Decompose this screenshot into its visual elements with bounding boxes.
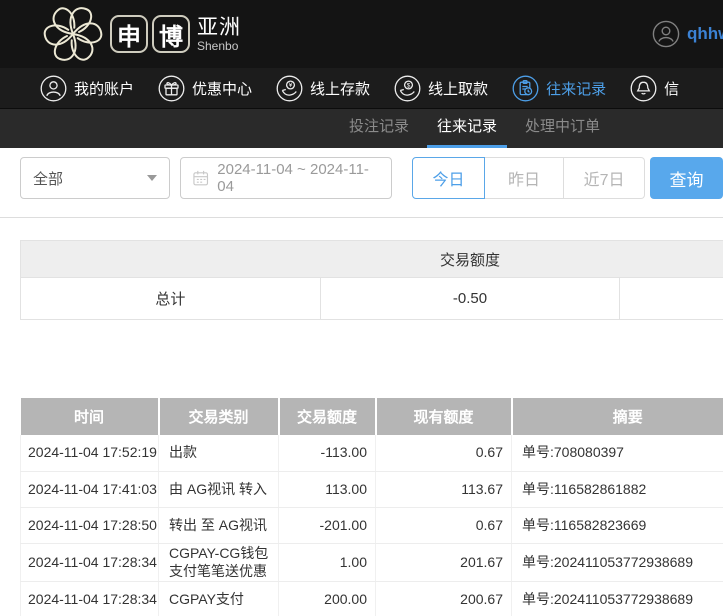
cell-type: 转出 至 AG视讯	[159, 507, 279, 543]
svg-text:¥: ¥	[289, 82, 293, 89]
nav-item-messages[interactable]: 信	[630, 75, 679, 102]
summary-header: 交易额度	[21, 241, 723, 278]
summary-empty-cell	[620, 278, 723, 320]
logo-char-shen: 申	[110, 15, 148, 53]
summary-total-value: -0.50	[320, 278, 620, 320]
main-nav: 我的账户 优惠中心 ¥ 线上存款	[0, 68, 723, 108]
last7days-button[interactable]: 近7日	[564, 157, 645, 199]
nav-label: 信	[664, 78, 679, 99]
cell-amount: -113.00	[279, 435, 376, 471]
table-row: 2024-11-04 17:52:19 出款 -113.00 0.67 单号:7…	[21, 435, 723, 471]
cell-balance: 200.67	[376, 582, 512, 616]
nav-label: 优惠中心	[192, 78, 252, 99]
tab-transaction-records[interactable]: 往来记录	[427, 109, 507, 148]
avatar-icon	[652, 20, 680, 48]
col-amount: 交易额度	[279, 398, 376, 435]
cell-type: CGPAY-CG钱包支付笔笔送优惠	[159, 543, 279, 582]
yesterday-button[interactable]: 昨日	[485, 157, 564, 199]
calendar-icon	[192, 169, 209, 187]
date-range-value: 2024-11-04 ~ 2024-11-04	[217, 161, 380, 195]
nav-item-promotions[interactable]: 优惠中心	[158, 75, 252, 102]
cell-time: 2024-11-04 17:28:34	[21, 582, 159, 616]
cell-time: 2024-11-04 17:52:19	[21, 435, 159, 471]
category-select-value: 全部	[33, 168, 63, 189]
bell-icon	[630, 75, 657, 102]
category-select[interactable]: 全部	[20, 157, 170, 199]
svg-text:$: $	[407, 82, 411, 89]
records-table: 时间 交易类别 交易额度 现有额度 摘要 2024-11-04 17:52:19…	[20, 398, 723, 616]
cell-balance: 113.67	[376, 471, 512, 507]
table-row: 2024-11-04 17:28:34 CGPAY-CG钱包支付笔笔送优惠 1.…	[21, 543, 723, 582]
logo-region-text: 亚洲	[197, 16, 241, 39]
nav-item-withdraw[interactable]: $ 线上取款	[394, 75, 488, 102]
gift-icon	[158, 75, 185, 102]
sub-nav: 投注记录 往来记录 处理中订单	[0, 108, 723, 148]
cell-memo: 单号:116582823669	[512, 507, 723, 543]
tab-bet-records[interactable]: 投注记录	[339, 109, 419, 148]
nav-item-my-account[interactable]: 我的账户	[40, 75, 134, 102]
tab-pending-orders[interactable]: 处理中订单	[515, 109, 610, 148]
today-button[interactable]: 今日	[412, 157, 485, 199]
table-row: 2024-11-04 17:41:03 由 AG视讯 转入 113.00 113…	[21, 471, 723, 507]
records-header-row: 时间 交易类别 交易额度 现有额度 摘要	[21, 398, 723, 435]
records-icon	[512, 75, 539, 102]
nav-label: 往来记录	[546, 78, 606, 99]
cell-amount: -201.00	[279, 507, 376, 543]
col-memo: 摘要	[512, 398, 723, 435]
cell-memo: 单号:202411053772938689	[512, 543, 723, 582]
cell-memo: 单号:708080397	[512, 435, 723, 471]
col-time: 时间	[21, 398, 159, 435]
table-row: 2024-11-04 17:28:34 CGPAY支付 200.00 200.6…	[21, 582, 723, 616]
summary-table: 交易额度 总计 -0.50	[20, 240, 723, 320]
username-text: qhhw	[687, 24, 723, 44]
cell-memo: 单号:202411053772938689	[512, 582, 723, 616]
nav-label: 线上取款	[428, 78, 488, 99]
user-account[interactable]: qhhw	[652, 0, 723, 68]
chevron-down-icon	[147, 175, 157, 181]
logo-char-bo: 博	[152, 15, 190, 53]
filter-bar: 全部 2024-11-04 ~ 2024-11-04 今日 昨日 近7日 查询	[0, 148, 723, 218]
cell-balance: 0.67	[376, 507, 512, 543]
cell-time: 2024-11-04 17:41:03	[21, 471, 159, 507]
quick-date-group: 今日 昨日 近7日	[412, 157, 645, 199]
cell-balance: 201.67	[376, 543, 512, 582]
nav-label: 我的账户	[74, 78, 134, 99]
app-header: 申 博 亚洲 Shenbo qhhw	[0, 0, 723, 68]
search-button[interactable]: 查询	[650, 157, 723, 199]
nav-item-deposit[interactable]: ¥ 线上存款	[276, 75, 370, 102]
flower-logo-icon	[42, 3, 104, 65]
cell-amount: 200.00	[279, 582, 376, 616]
col-balance: 现有额度	[376, 398, 512, 435]
logo[interactable]: 申 博 亚洲 Shenbo	[42, 3, 241, 65]
user-icon	[40, 75, 67, 102]
cell-type: 由 AG视讯 转入	[159, 471, 279, 507]
summary-total-label: 总计	[21, 278, 321, 320]
withdraw-icon: $	[394, 75, 421, 102]
summary-row: 总计 -0.50	[21, 278, 723, 320]
cell-amount: 1.00	[279, 543, 376, 582]
cell-memo: 单号:116582861882	[512, 471, 723, 507]
cell-type: 出款	[159, 435, 279, 471]
deposit-icon: ¥	[276, 75, 303, 102]
nav-item-records[interactable]: 往来记录	[512, 75, 606, 102]
date-range-input[interactable]: 2024-11-04 ~ 2024-11-04	[180, 157, 392, 199]
col-type: 交易类别	[159, 398, 279, 435]
cell-time: 2024-11-04 17:28:50	[21, 507, 159, 543]
table-row: 2024-11-04 17:28:50 转出 至 AG视讯 -201.00 0.…	[21, 507, 723, 543]
cell-balance: 0.67	[376, 435, 512, 471]
cell-time: 2024-11-04 17:28:34	[21, 543, 159, 582]
logo-latin-text: Shenbo	[197, 39, 241, 53]
cell-type: CGPAY支付	[159, 582, 279, 616]
nav-label: 线上存款	[310, 78, 370, 99]
cell-amount: 113.00	[279, 471, 376, 507]
